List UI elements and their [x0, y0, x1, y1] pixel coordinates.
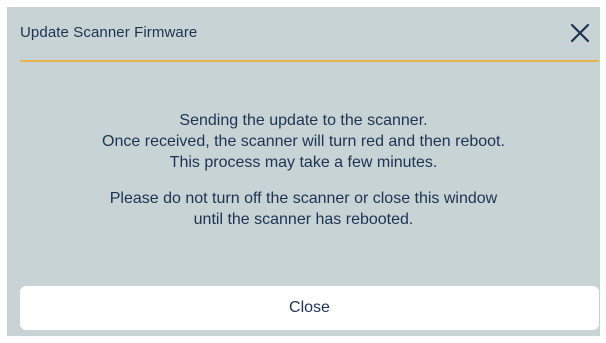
- dialog-header: Update Scanner Firmware: [7, 7, 600, 61]
- warning-line: Please do not turn off the scanner or cl…: [109, 190, 498, 207]
- message-line: This process may take a few minutes.: [169, 154, 438, 171]
- close-icon[interactable]: [568, 21, 592, 45]
- close-button[interactable]: Close: [20, 286, 599, 330]
- dialog-title: Update Scanner Firmware: [20, 24, 198, 41]
- message-line: Sending the update to the scanner.: [179, 112, 428, 129]
- dialog-message: Sending the update to the scanner. Once …: [7, 110, 600, 230]
- firmware-update-dialog: Update Scanner Firmware Sending the upda…: [7, 7, 600, 336]
- message-line: Once received, the scanner will turn red…: [102, 133, 505, 150]
- warning-line: until the scanner has rebooted.: [193, 211, 414, 228]
- header-divider: [20, 60, 599, 62]
